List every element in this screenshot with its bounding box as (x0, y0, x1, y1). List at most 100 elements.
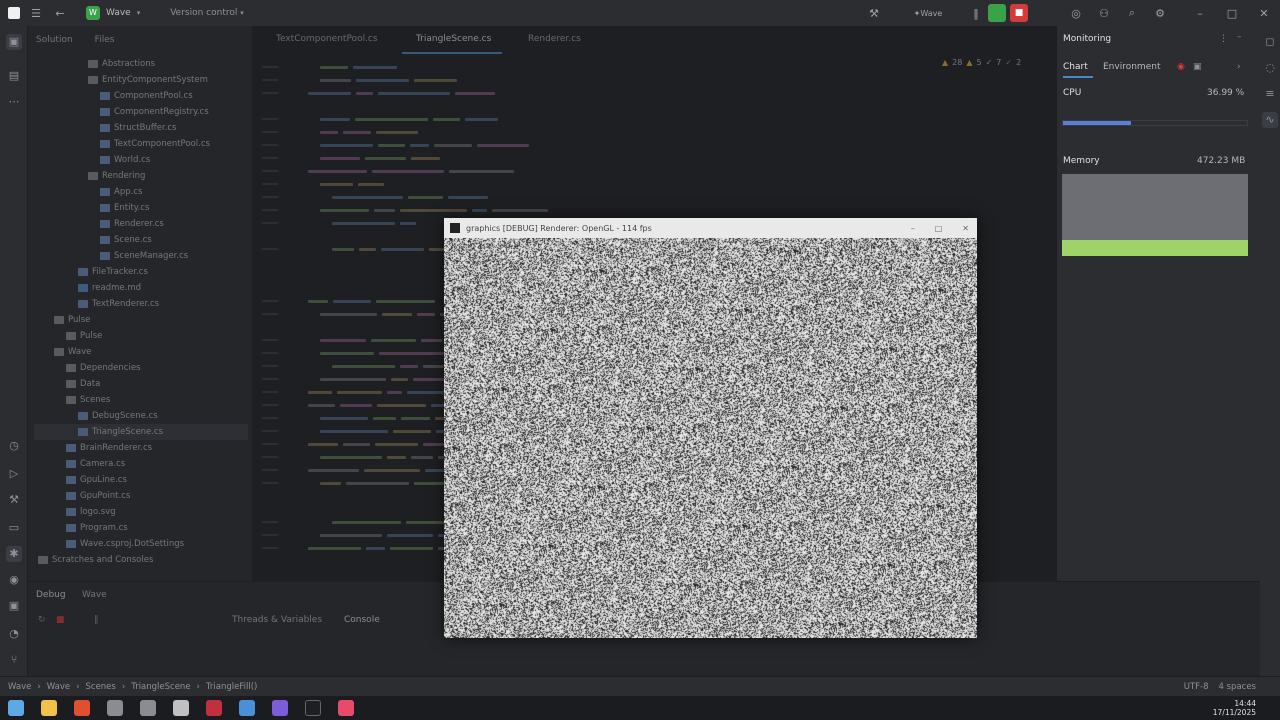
settings-icon[interactable]: ⚙ (1152, 5, 1168, 21)
breadcrumb-item[interactable]: Scenes (86, 682, 116, 692)
tree-item[interactable]: Scene.cs (28, 232, 242, 248)
version-control-menu[interactable]: Version control ▾ (170, 8, 244, 18)
tree-item[interactable]: ComponentRegistry.cs (28, 104, 242, 120)
file-explorer-icon[interactable] (41, 700, 57, 716)
encoding-indicator[interactable]: UTF-8 (1184, 682, 1209, 692)
tab-console[interactable]: Console (344, 615, 380, 625)
tree-item[interactable]: StructBuffer.cs (28, 120, 242, 136)
tree-item[interactable]: Dependencies (28, 360, 242, 376)
breadcrumb-item[interactable]: TriangleScene (131, 682, 190, 692)
build-tool-icon[interactable]: ⚒ (6, 492, 22, 508)
tree-item[interactable]: Abstractions (28, 56, 242, 72)
debug-config[interactable]: Wave (82, 590, 107, 600)
maximize-icon[interactable]: □ (1224, 5, 1240, 21)
tree-item[interactable]: GpuLine.cs (28, 472, 242, 488)
app-icon-1[interactable] (107, 700, 123, 716)
tree-item[interactable]: App.cs (28, 184, 242, 200)
run-config-icon[interactable]: ✦ Wave (908, 5, 948, 21)
main-menu-icon[interactable]: ☰ (28, 5, 44, 21)
stop-debug-icon[interactable]: ■ (56, 615, 65, 625)
game-maximize-icon[interactable]: □ (935, 224, 943, 233)
problems-icon[interactable]: ◉ (6, 572, 22, 588)
tree-item[interactable]: Wave (28, 344, 242, 360)
console-icon[interactable]: ▣ (6, 598, 22, 614)
ai-icon[interactable]: ◌ (1262, 60, 1278, 76)
app-icon-2[interactable] (140, 700, 156, 716)
run-tool-icon[interactable]: ▷ (6, 466, 22, 482)
add-user-icon[interactable]: ⚇ (1096, 5, 1112, 21)
tab-renderer[interactable]: Renderer.cs (528, 34, 581, 44)
close-icon[interactable]: ✕ (1256, 5, 1272, 21)
breadcrumb-item[interactable]: TriangleFill() (206, 682, 257, 692)
terminal-task-icon[interactable] (305, 700, 321, 716)
app-icon-3[interactable] (206, 700, 222, 716)
git-icon[interactable]: ⑂ (6, 652, 22, 668)
game-close-icon[interactable]: ✕ (962, 224, 969, 233)
terminal-icon[interactable]: ▭ (6, 520, 22, 536)
tree-item[interactable]: DebugScene.cs (28, 408, 242, 424)
tree-item[interactable]: readme.md (28, 280, 242, 296)
tree-item[interactable]: Pulse (28, 312, 242, 328)
tree-item[interactable]: logo.svg (28, 504, 242, 520)
tree-item[interactable]: TriangleScene.cs (34, 424, 248, 440)
game-minimize-icon[interactable]: – (911, 224, 915, 233)
chevron-right-icon[interactable]: › (1237, 62, 1241, 72)
tree-item[interactable]: Rendering (28, 168, 242, 184)
rerun-icon[interactable]: ↻ (38, 615, 46, 625)
build-icon[interactable]: ⚒ (866, 5, 882, 21)
game-window-titlebar[interactable]: graphics [DEBUG] Renderer: OpenGL - 114 … (444, 218, 977, 238)
tree-item[interactable]: GpuPoint.cs (28, 488, 242, 504)
discord-icon[interactable] (272, 700, 288, 716)
services-icon[interactable]: ◷ (6, 438, 22, 454)
record-icon[interactable]: ◉ (1177, 62, 1185, 72)
tree-item[interactable]: Scenes (28, 392, 242, 408)
start-icon[interactable] (8, 700, 24, 716)
tab-textcomponentpool[interactable]: TextComponentPool.cs (276, 34, 378, 44)
tree-item[interactable]: Scratches and Consoles (28, 552, 242, 568)
tree-item[interactable]: Camera.cs (28, 456, 242, 472)
tree-item[interactable]: Wave.csproj.DotSettings (28, 536, 242, 552)
tab-solution[interactable]: Solution (36, 35, 73, 45)
rider-icon[interactable] (338, 700, 354, 716)
tree-item[interactable]: ComponentPool.cs (28, 88, 242, 104)
ai-assistant-icon[interactable]: ◎ (1068, 5, 1084, 21)
tree-item[interactable]: Pulse (28, 328, 242, 344)
run-button[interactable] (988, 4, 1006, 22)
tree-item[interactable]: World.cs (28, 152, 242, 168)
tree-item[interactable]: TextRenderer.cs (28, 296, 242, 312)
tree-item[interactable]: Renderer.cs (28, 216, 242, 232)
tree-item[interactable]: TextComponentPool.cs (28, 136, 242, 152)
back-icon[interactable]: ← (52, 5, 68, 21)
tree-item[interactable]: Entity.cs (28, 200, 242, 216)
tree-item[interactable]: BrainRenderer.cs (28, 440, 242, 456)
pause-debug-icon[interactable]: ‖ (94, 615, 99, 625)
tree-item[interactable]: Data (28, 376, 242, 392)
structure-icon[interactable]: ▤ (6, 68, 22, 84)
indent-indicator[interactable]: 4 spaces (1219, 682, 1256, 692)
solution-explorer-icon[interactable]: ▣ (6, 34, 22, 50)
monitoring-tool-icon[interactable]: ∿ (1262, 112, 1278, 128)
tab-trianglescene[interactable]: TriangleScene.cs (416, 34, 491, 44)
tree-item[interactable]: Program.cs (28, 520, 242, 536)
database-icon[interactable]: ≡ (1262, 86, 1278, 102)
more-options-icon[interactable]: ⋮ (1219, 34, 1228, 44)
tree-item[interactable]: SceneManager.cs (28, 248, 242, 264)
debug-tool-icon[interactable]: ✱ (6, 546, 22, 562)
pause-icon[interactable]: ‖ (968, 5, 984, 21)
brave-icon[interactable] (74, 700, 90, 716)
project-selector[interactable]: W Wave ▾ (86, 6, 140, 20)
stop-button[interactable]: ■ (1010, 4, 1028, 22)
tab-files[interactable]: Files (95, 35, 115, 45)
game-window[interactable]: graphics [DEBUG] Renderer: OpenGL - 114 … (444, 218, 977, 638)
notifications-right-icon[interactable]: ◻ (1262, 34, 1278, 50)
tree-item[interactable]: FileTracker.cs (28, 264, 242, 280)
minimize-icon[interactable]: – (1192, 5, 1208, 21)
github-icon[interactable] (173, 700, 189, 716)
breadcrumb-item[interactable]: Wave (47, 682, 70, 692)
tab-chart[interactable]: Chart (1063, 62, 1088, 72)
more-tools-icon[interactable]: ⋯ (6, 94, 22, 110)
notifications-icon[interactable]: ◔ (6, 626, 22, 642)
vscode-icon[interactable] (239, 700, 255, 716)
tab-environment[interactable]: Environment (1103, 62, 1160, 72)
snapshot-icon[interactable]: ▣ (1193, 62, 1202, 72)
